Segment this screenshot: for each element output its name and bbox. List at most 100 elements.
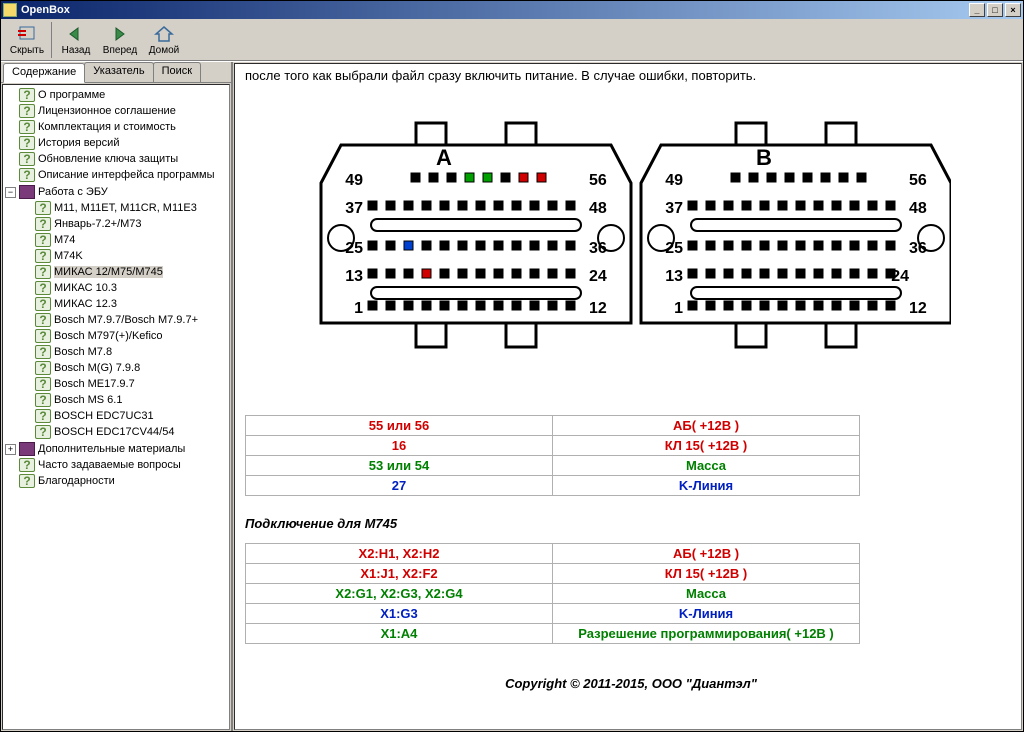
forward-button[interactable]: Вперед (98, 20, 142, 60)
table-row: X1:G3K-Линия (246, 604, 860, 624)
tree-item-m74k[interactable]: ?M74K (21, 248, 229, 264)
tree-item-m74[interactable]: ?M74 (21, 232, 229, 248)
tree[interactable]: ?О программе ?Лицензионное соглашение ?К… (2, 84, 230, 730)
help-icon: ? (35, 201, 51, 215)
svg-text:A: A (436, 145, 452, 170)
help-icon: ? (35, 329, 51, 343)
forward-icon (109, 24, 131, 44)
tree-item-about[interactable]: ?О программе (5, 87, 229, 103)
window-title: OpenBox (21, 4, 70, 16)
help-icon: ? (35, 233, 51, 247)
svg-text:48: 48 (909, 200, 927, 217)
tree-item-boschm78[interactable]: ?Bosch M7.8 (21, 344, 229, 360)
svg-text:24: 24 (891, 268, 909, 285)
tree-item-boschmg[interactable]: ?Bosch M(G) 7.9.8 (21, 360, 229, 376)
help-icon: ? (35, 265, 51, 279)
tree-item-boschme[interactable]: ?Bosch ME17.9.7 (21, 376, 229, 392)
table-row: X1:J1, X2:F2КЛ 15( +12В ) (246, 564, 860, 584)
help-icon: ? (35, 217, 51, 231)
title-bar: OpenBox _ □ × (1, 1, 1023, 19)
minimize-button[interactable]: _ (969, 3, 985, 17)
svg-text:36: 36 (909, 240, 927, 257)
tree-item-thanks[interactable]: ?Благодарности (5, 473, 229, 489)
tab-contents[interactable]: Содержание (3, 63, 85, 83)
table-row: 27K-Линия (246, 476, 860, 496)
book-icon (19, 442, 35, 456)
connector-diagram: A 49 56 37 48 25 36 13 24 1 (245, 93, 1017, 413)
subheader: Подключение для M745 (245, 498, 1017, 541)
back-label: Назад (62, 45, 91, 56)
tree-item-interface[interactable]: ?Описание интерфейса программы (5, 167, 229, 183)
help-icon: ? (35, 425, 51, 439)
tree-item-edc17[interactable]: ?BOSCH EDC17CV44/54 (21, 424, 229, 440)
maximize-button[interactable]: □ (987, 3, 1003, 17)
hide-label: Скрыть (10, 45, 44, 56)
connector-svg: A 49 56 37 48 25 36 13 24 1 (311, 103, 951, 393)
back-icon (65, 24, 87, 44)
help-icon: ? (19, 458, 35, 472)
sidebar: Содержание Указатель Поиск ?О программе … (1, 62, 233, 731)
help-icon: ? (19, 120, 35, 134)
hide-button[interactable]: Скрыть (5, 20, 49, 60)
tree-item-bosch797k[interactable]: ?Bosch M797(+)/Kefico (21, 328, 229, 344)
svg-text:1: 1 (354, 300, 363, 317)
tab-search[interactable]: Поиск (153, 62, 201, 82)
tree-item-mikas123[interactable]: ?МИКАС 12.3 (21, 296, 229, 312)
home-label: Домой (149, 45, 179, 56)
tree-item-yanvar[interactable]: ?Январь-7.2+/M73 (21, 216, 229, 232)
help-icon: ? (35, 345, 51, 359)
back-button[interactable]: Назад (54, 20, 98, 60)
home-button[interactable]: Домой (142, 20, 186, 60)
tree-item-extra[interactable]: +Дополнительные материалы (5, 441, 229, 457)
table-row: 16КЛ 15( +12В ) (246, 436, 860, 456)
help-icon: ? (35, 361, 51, 375)
app-icon (3, 3, 17, 17)
svg-text:37: 37 (345, 200, 363, 217)
tree-item-keyupdate[interactable]: ?Обновление ключа защиты (5, 151, 229, 167)
tree-item-mikas12[interactable]: ?МИКАС 12/M75/M745 (21, 264, 229, 280)
help-icon: ? (35, 377, 51, 391)
table-row: 53 или 54Масса (246, 456, 860, 476)
home-icon (153, 24, 175, 44)
svg-text:25: 25 (665, 240, 683, 257)
tree-item-history[interactable]: ?История версий (5, 135, 229, 151)
tree-item-license[interactable]: ?Лицензионное соглашение (5, 103, 229, 119)
table-row: X2:H1, X2:H2АБ( +12В ) (246, 544, 860, 564)
svg-text:48: 48 (589, 200, 607, 217)
tab-index[interactable]: Указатель (84, 62, 153, 82)
app-window: OpenBox _ □ × Скрыть Назад Вперед (0, 0, 1024, 732)
help-icon: ? (19, 474, 35, 488)
svg-text:49: 49 (665, 172, 683, 189)
tree-item-pricing[interactable]: ?Комплектация и стоимость (5, 119, 229, 135)
content-pane[interactable]: после того как выбрали файл сразу включи… (234, 63, 1022, 730)
svg-text:12: 12 (589, 300, 607, 317)
help-icon: ? (35, 409, 51, 423)
svg-text:37: 37 (665, 200, 683, 217)
close-button[interactable]: × (1005, 3, 1021, 17)
tree-item-bosch797[interactable]: ?Bosch M7.9.7/Bosch M7.9.7+ (21, 312, 229, 328)
tree-item-mikas103[interactable]: ?МИКАС 10.3 (21, 280, 229, 296)
help-icon: ? (35, 281, 51, 295)
help-icon: ? (35, 393, 51, 407)
collapse-icon[interactable]: − (5, 187, 16, 198)
svg-text:13: 13 (345, 268, 363, 285)
tree-item-edc7[interactable]: ?BOSCH EDC7UC31 (21, 408, 229, 424)
svg-text:56: 56 (909, 172, 927, 189)
expand-icon[interactable]: + (5, 444, 16, 455)
table-row: 55 или 56АБ( +12В ) (246, 416, 860, 436)
copyright: Copyright © 2011-2015, ООО "Диантэл" (245, 646, 1017, 691)
svg-text:36: 36 (589, 240, 607, 257)
tree-item-ecu[interactable]: −Работа с ЭБУ ?M11, M11ET, M11CR, M11E3 … (5, 183, 229, 441)
tree-item-m11[interactable]: ?M11, M11ET, M11CR, M11E3 (21, 200, 229, 216)
svg-text:24: 24 (589, 268, 607, 285)
help-icon: ? (35, 297, 51, 311)
table-row: X2:G1, X2:G3, X2:G4Масса (246, 584, 860, 604)
svg-text:1: 1 (674, 300, 683, 317)
svg-text:B: B (756, 145, 772, 170)
tree-item-boschms[interactable]: ?Bosch MS 6.1 (21, 392, 229, 408)
pinout-table-1: 55 или 56АБ( +12В )16КЛ 15( +12В )53 или… (245, 415, 860, 496)
intro-text: после того как выбрали файл сразу включи… (245, 64, 1017, 93)
help-icon: ? (19, 136, 35, 150)
tree-item-faq[interactable]: ?Часто задаваемые вопросы (5, 457, 229, 473)
book-icon (19, 185, 35, 199)
